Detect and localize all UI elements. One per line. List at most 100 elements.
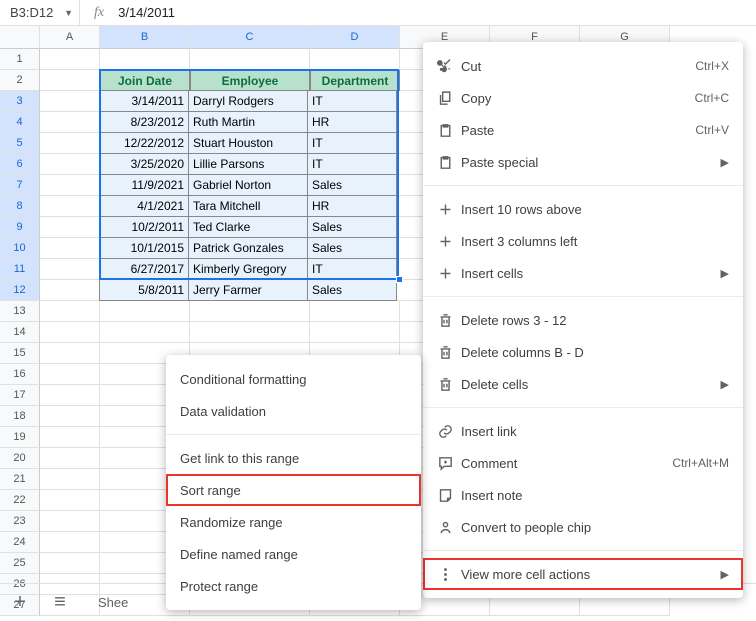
menu-item-copy[interactable]: CopyCtrl+C bbox=[423, 82, 743, 114]
row-header-12[interactable]: 12 bbox=[0, 280, 40, 301]
menu-item-insert-cells[interactable]: Insert cells▶ bbox=[423, 257, 743, 289]
menu-item-insert-link[interactable]: Insert link bbox=[423, 415, 743, 447]
cell-A24[interactable] bbox=[40, 532, 100, 553]
row-header-15[interactable]: 15 bbox=[0, 343, 40, 364]
cell-B11[interactable]: 6/27/2017 bbox=[99, 258, 189, 280]
cell-A3[interactable] bbox=[40, 91, 100, 112]
cell-B5[interactable]: 12/22/2012 bbox=[99, 132, 189, 154]
cell-A15[interactable] bbox=[40, 343, 100, 364]
cell-D12[interactable]: Sales bbox=[307, 279, 397, 301]
cell-A4[interactable] bbox=[40, 112, 100, 133]
row-header-18[interactable]: 18 bbox=[0, 406, 40, 427]
cell-B8[interactable]: 4/1/2021 bbox=[99, 195, 189, 217]
cell-C2[interactable]: Employee bbox=[190, 70, 310, 91]
row-header-22[interactable]: 22 bbox=[0, 490, 40, 511]
cell-A11[interactable] bbox=[40, 259, 100, 280]
menu-item-insert-3-columns-left[interactable]: Insert 3 columns left bbox=[423, 225, 743, 257]
cell-C13[interactable] bbox=[190, 301, 310, 322]
name-box[interactable]: B3:D12 ▼ bbox=[0, 0, 80, 25]
cell-A7[interactable] bbox=[40, 175, 100, 196]
menu-item-conditional-formatting[interactable]: Conditional formatting bbox=[166, 363, 421, 395]
menu-item-get-link-to-this-range[interactable]: Get link to this range bbox=[166, 442, 421, 474]
cell-C12[interactable]: Jerry Farmer bbox=[188, 279, 308, 301]
cell-D9[interactable]: Sales bbox=[307, 216, 397, 238]
row-header-5[interactable]: 5 bbox=[0, 133, 40, 154]
row-header-8[interactable]: 8 bbox=[0, 196, 40, 217]
cell-C8[interactable]: Tara Mitchell bbox=[188, 195, 308, 217]
cell-C4[interactable]: Ruth Martin bbox=[188, 111, 308, 133]
cell-B12[interactable]: 5/8/2011 bbox=[99, 279, 189, 301]
menu-item-sort-range[interactable]: Sort range bbox=[166, 474, 421, 506]
cell-C1[interactable] bbox=[190, 49, 310, 70]
all-sheets-button[interactable]: ≡ bbox=[40, 591, 80, 614]
row-header-17[interactable]: 17 bbox=[0, 385, 40, 406]
cell-A5[interactable] bbox=[40, 133, 100, 154]
row-header-21[interactable]: 21 bbox=[0, 469, 40, 490]
sheet-tab[interactable]: Shee bbox=[80, 595, 146, 610]
menu-item-data-validation[interactable]: Data validation bbox=[166, 395, 421, 427]
row-header-9[interactable]: 9 bbox=[0, 217, 40, 238]
row-header-13[interactable]: 13 bbox=[0, 301, 40, 322]
column-header-C[interactable]: C bbox=[190, 26, 310, 49]
cell-A18[interactable] bbox=[40, 406, 100, 427]
row-header-24[interactable]: 24 bbox=[0, 532, 40, 553]
row-header-14[interactable]: 14 bbox=[0, 322, 40, 343]
cell-B7[interactable]: 11/9/2021 bbox=[99, 174, 189, 196]
cell-A16[interactable] bbox=[40, 364, 100, 385]
cell-D14[interactable] bbox=[310, 322, 400, 343]
cell-C5[interactable]: Stuart Houston bbox=[188, 132, 308, 154]
cell-A2[interactable] bbox=[40, 70, 100, 91]
row-header-7[interactable]: 7 bbox=[0, 175, 40, 196]
cell-C11[interactable]: Kimberly Gregory bbox=[188, 258, 308, 280]
formula-bar[interactable]: 3/14/2011 bbox=[118, 5, 175, 20]
row-header-4[interactable]: 4 bbox=[0, 112, 40, 133]
cell-B1[interactable] bbox=[100, 49, 190, 70]
cell-A12[interactable] bbox=[40, 280, 100, 301]
cell-A9[interactable] bbox=[40, 217, 100, 238]
cell-B10[interactable]: 10/1/2015 bbox=[99, 237, 189, 259]
column-header-D[interactable]: D bbox=[310, 26, 400, 49]
cell-A6[interactable] bbox=[40, 154, 100, 175]
select-all-corner[interactable] bbox=[0, 26, 40, 49]
row-header-2[interactable]: 2 bbox=[0, 70, 40, 91]
cell-A19[interactable] bbox=[40, 427, 100, 448]
row-header-10[interactable]: 10 bbox=[0, 238, 40, 259]
menu-item-delete-columns-b-d[interactable]: Delete columns B - D bbox=[423, 336, 743, 368]
cell-A23[interactable] bbox=[40, 511, 100, 532]
column-header-A[interactable]: A bbox=[40, 26, 100, 49]
row-header-3[interactable]: 3 bbox=[0, 91, 40, 112]
row-header-25[interactable]: 25 bbox=[0, 553, 40, 574]
cell-C14[interactable] bbox=[190, 322, 310, 343]
cell-C6[interactable]: Lillie Parsons bbox=[188, 153, 308, 175]
cell-A20[interactable] bbox=[40, 448, 100, 469]
menu-item-comment[interactable]: CommentCtrl+Alt+M bbox=[423, 447, 743, 479]
cell-D2[interactable]: Department bbox=[310, 70, 400, 91]
menu-item-paste-special[interactable]: Paste special▶ bbox=[423, 146, 743, 178]
cell-A1[interactable] bbox=[40, 49, 100, 70]
cell-C3[interactable]: Darryl Rodgers bbox=[188, 90, 308, 112]
row-header-11[interactable]: 11 bbox=[0, 259, 40, 280]
cell-C7[interactable]: Gabriel Norton bbox=[188, 174, 308, 196]
cell-D3[interactable]: IT bbox=[307, 90, 397, 112]
cell-A25[interactable] bbox=[40, 553, 100, 574]
column-header-B[interactable]: B bbox=[100, 26, 190, 49]
cell-A21[interactable] bbox=[40, 469, 100, 490]
menu-item-cut[interactable]: CutCtrl+X bbox=[423, 50, 743, 82]
cell-A22[interactable] bbox=[40, 490, 100, 511]
cell-A14[interactable] bbox=[40, 322, 100, 343]
cell-D7[interactable]: Sales bbox=[307, 174, 397, 196]
cell-D11[interactable]: IT bbox=[307, 258, 397, 280]
cell-D4[interactable]: HR bbox=[307, 111, 397, 133]
row-header-16[interactable]: 16 bbox=[0, 364, 40, 385]
cell-B3[interactable]: 3/14/2011 bbox=[99, 90, 189, 112]
menu-item-delete-rows-3-12[interactable]: Delete rows 3 - 12 bbox=[423, 304, 743, 336]
row-header-19[interactable]: 19 bbox=[0, 427, 40, 448]
cell-B14[interactable] bbox=[100, 322, 190, 343]
cell-D8[interactable]: HR bbox=[307, 195, 397, 217]
cell-B9[interactable]: 10/2/2011 bbox=[99, 216, 189, 238]
cell-A13[interactable] bbox=[40, 301, 100, 322]
cell-A10[interactable] bbox=[40, 238, 100, 259]
menu-item-randomize-range[interactable]: Randomize range bbox=[166, 506, 421, 538]
menu-item-define-named-range[interactable]: Define named range bbox=[166, 538, 421, 570]
menu-item-protect-range[interactable]: Protect range bbox=[166, 570, 421, 602]
